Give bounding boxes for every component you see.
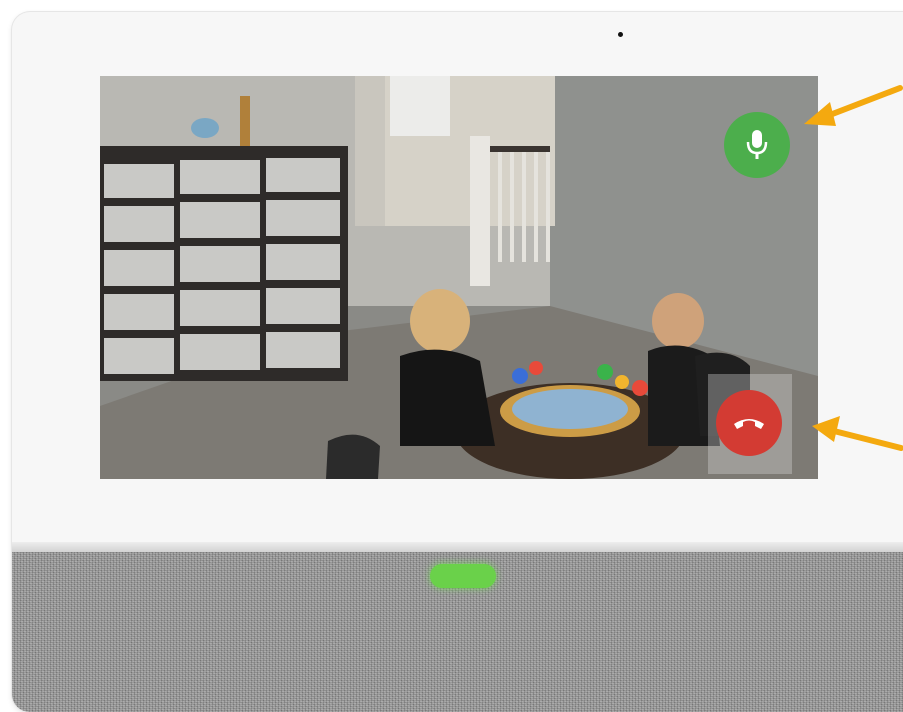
child-left-head [410,289,470,353]
decor-vase [240,96,250,146]
child-right-head [652,293,704,349]
stair-rail [490,146,550,152]
dresser-drawers [104,158,340,374]
bezel-divider [12,542,903,552]
chair-front [326,434,380,479]
annotation-arrow-end-call [812,416,903,451]
toy-bead-maze-center [512,389,628,429]
hang-up-phone-icon [734,419,764,429]
video-call-screen [100,76,818,479]
door-frame [355,76,385,226]
annotation-arrow-mute [804,85,903,126]
end-call-button[interactable] [716,390,782,456]
intercom-device [12,12,903,712]
doorway-light [390,76,450,136]
decor-bowl [191,118,219,138]
camera-lens [618,32,623,37]
status-led [430,564,496,588]
microphone-icon [746,130,768,159]
mute-microphone-button[interactable] [724,112,790,178]
stair-post [470,136,490,286]
